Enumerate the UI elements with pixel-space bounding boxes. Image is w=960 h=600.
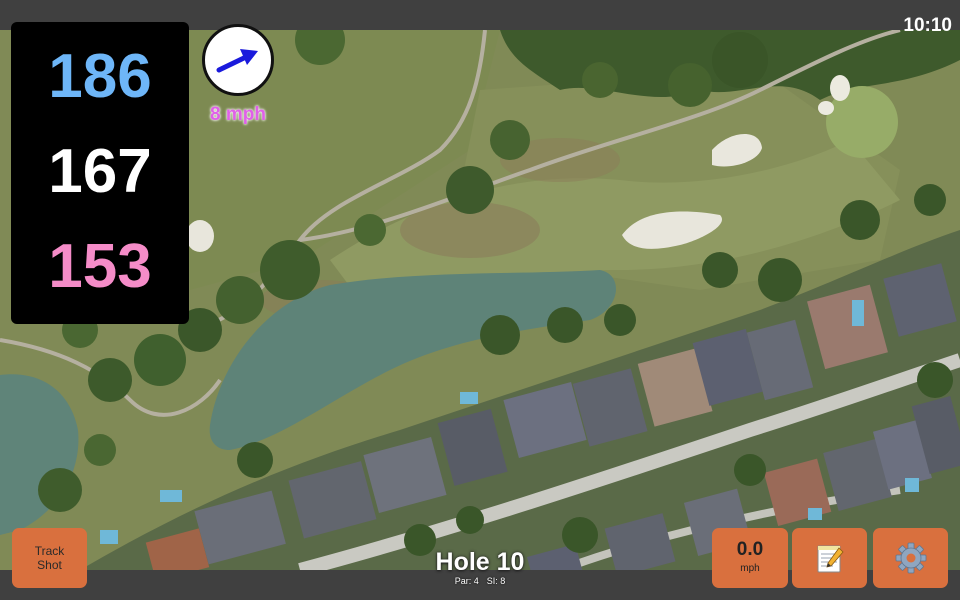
golf-gps-screen: 10:10 186 167 153 8 mph Track Shot Hole … bbox=[0, 0, 960, 600]
hole-title: Hole 10 bbox=[435, 548, 525, 576]
wind-dial bbox=[202, 24, 274, 96]
track-shot-label-line1: Track bbox=[34, 544, 65, 558]
track-shot-label-line2: Shot bbox=[37, 558, 62, 572]
track-shot-button[interactable]: Track Shot bbox=[12, 528, 87, 588]
status-time: 10:10 bbox=[903, 15, 952, 36]
notepad-icon bbox=[817, 545, 844, 573]
hole-info: Hole 10 Par: 4 SI: 8 bbox=[380, 548, 580, 587]
hole-details: Par: 4 SI: 8 bbox=[380, 576, 580, 587]
yardage-panel: 186 167 153 bbox=[11, 22, 189, 324]
hole-par: Par: 4 bbox=[454, 576, 479, 586]
gear-icon bbox=[895, 542, 926, 574]
hole-stroke-index: SI: 8 bbox=[486, 576, 506, 586]
arrow-icon bbox=[216, 49, 258, 73]
notes-button[interactable] bbox=[792, 528, 867, 588]
yardage-back: 186 bbox=[48, 42, 152, 112]
yardage-middle: 167 bbox=[48, 136, 152, 206]
speed-button[interactable]: 0.0 mph bbox=[712, 528, 788, 588]
speed-value: 0.0 bbox=[736, 539, 764, 560]
settings-button[interactable] bbox=[873, 528, 948, 588]
yardage-front: 153 bbox=[48, 231, 152, 301]
wind-indicator: 8 mph bbox=[202, 24, 274, 130]
wind-speed: 8 mph bbox=[210, 104, 266, 125]
speed-unit: mph bbox=[740, 563, 760, 574]
